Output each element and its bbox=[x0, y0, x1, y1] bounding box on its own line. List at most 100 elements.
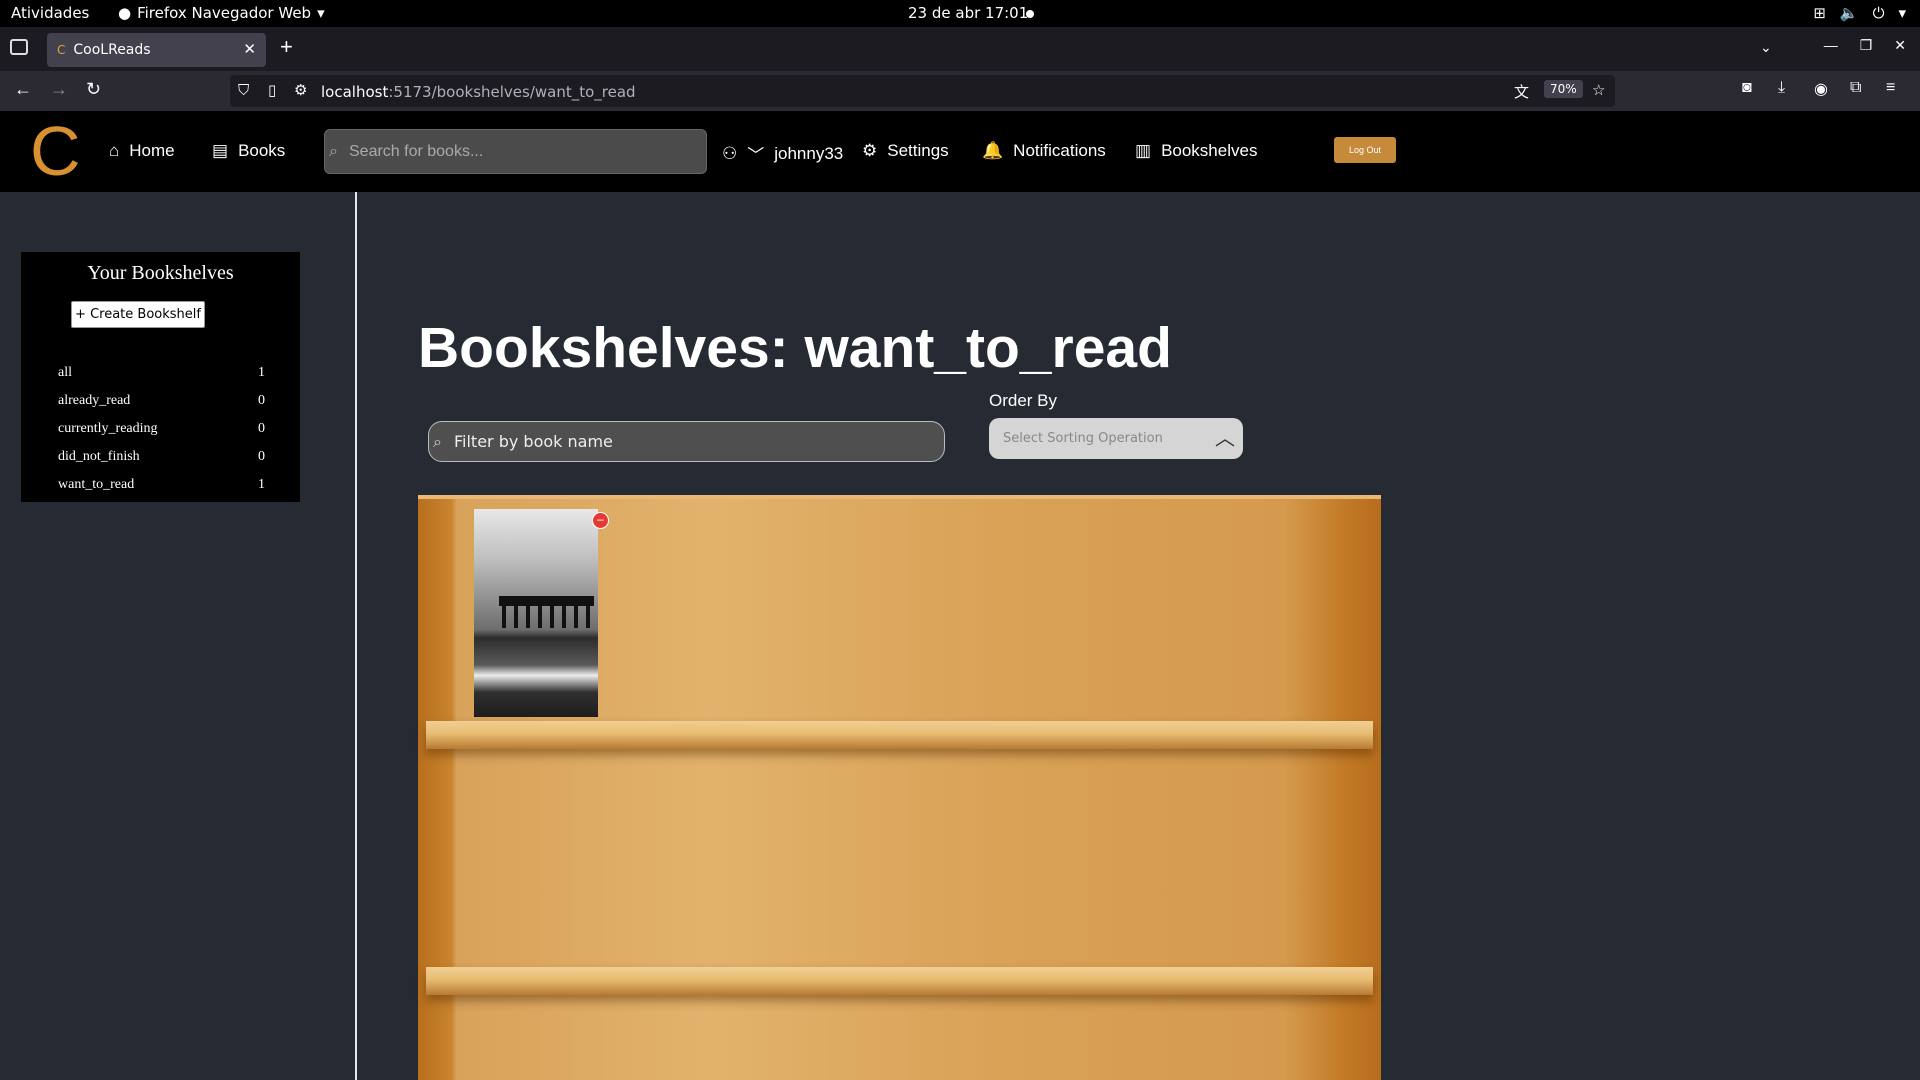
bookmark-star-icon[interactable]: ☆ bbox=[1592, 81, 1605, 99]
bookshelf-name: did_not_finish bbox=[58, 449, 140, 464]
nav-books[interactable]: ▤ Books bbox=[212, 141, 285, 161]
reload-icon[interactable]: ↻ bbox=[86, 79, 101, 100]
page-title: Bookshelves: want_to_read bbox=[418, 316, 1172, 380]
bookshelf-name: already_read bbox=[58, 393, 131, 408]
search-icon: ⌕ bbox=[329, 143, 338, 160]
shield-icon[interactable]: ⛉ bbox=[238, 81, 249, 99]
bookshelves-icon: ▥ bbox=[1135, 141, 1152, 160]
firefox-icon: ● bbox=[118, 4, 132, 22]
window-controls: — ❐ ✕ bbox=[1824, 37, 1906, 54]
app-header: C ⌂ Home ▤ Books ⌕ Search for books... ⚇… bbox=[0, 111, 1920, 192]
sidebar-divider bbox=[355, 192, 357, 1080]
tab-list-icon[interactable]: ⌄ bbox=[1760, 39, 1772, 56]
extensions-icon[interactable]: ⧉ bbox=[1850, 79, 1861, 97]
bookshelf-item[interactable]: all 1 bbox=[58, 365, 278, 393]
close-window-icon[interactable]: ✕ bbox=[1894, 37, 1906, 54]
nav-home[interactable]: ⌂ Home bbox=[109, 141, 175, 161]
downloads-icon[interactable]: ⤓ bbox=[1778, 79, 1785, 97]
bookshelf-list: all 1 already_read 0 currently_reading 0 di… bbox=[58, 365, 278, 505]
page-icon[interactable]: ▯ bbox=[268, 81, 276, 99]
power-icon: ⏻ bbox=[1872, 4, 1885, 22]
activities-button[interactable]: Atividades bbox=[11, 4, 89, 22]
account-icon[interactable]: ◉ bbox=[1814, 79, 1828, 99]
minimize-icon[interactable]: — bbox=[1824, 37, 1838, 54]
chevron-down-icon: ▾ bbox=[317, 4, 325, 22]
nav-home-label: Home bbox=[129, 141, 175, 160]
menu-icon[interactable]: ≡ bbox=[1886, 79, 1895, 97]
shelf-plank bbox=[426, 721, 1373, 749]
clock[interactable]: 23 de abr 17:01 bbox=[908, 4, 1028, 22]
system-tray[interactable]: ⊞ 🔈 ⏻ ▾ bbox=[1813, 4, 1906, 22]
notification-dot bbox=[1026, 10, 1034, 18]
bookshelf-count: 1 bbox=[258, 365, 265, 380]
username: johnny33 bbox=[774, 143, 844, 163]
user-menu[interactable]: ⚇ ﹀ johnny33 bbox=[722, 141, 843, 166]
bookshelf-count: 0 bbox=[258, 449, 265, 464]
bookshelf-count: 0 bbox=[258, 421, 265, 436]
browser-nav-bar: ← → ↻ ⛉ ▯ ⚙ localhost:5173/bookshelves/w… bbox=[0, 71, 1920, 111]
book-search-input[interactable]: ⌕ Search for books... bbox=[324, 129, 707, 174]
app-logo[interactable]: C bbox=[30, 113, 81, 189]
favicon-icon: C bbox=[57, 43, 66, 57]
bookshelf-count: 1 bbox=[258, 477, 265, 492]
url-bar[interactable]: ⛉ ▯ ⚙ localhost:5173/bookshelves/want_to… bbox=[230, 75, 1615, 107]
browser-tab-bar: C CooLReads ✕ + ⌄ — ❐ ✕ bbox=[0, 27, 1920, 71]
bookshelf-name: all bbox=[58, 365, 72, 380]
bookshelf-item[interactable]: currently_reading 0 bbox=[58, 421, 278, 449]
gear-icon: ⚙ bbox=[862, 141, 878, 160]
nav-notifications[interactable]: 🔔 Notifications bbox=[982, 141, 1106, 161]
sort-select[interactable]: Select Sorting Operation ︿ bbox=[989, 418, 1243, 459]
url-path: :5173/bookshelves/want_to_read bbox=[388, 83, 636, 101]
cover-pier-posts bbox=[502, 606, 592, 628]
new-tab-icon[interactable]: + bbox=[280, 36, 293, 58]
nav-bookshelves-label: Bookshelves bbox=[1161, 141, 1258, 160]
tab-title: CooLReads bbox=[73, 42, 151, 58]
zoom-level[interactable]: 70% bbox=[1544, 80, 1583, 98]
app-name: Firefox Navegador Web bbox=[137, 4, 312, 22]
bell-icon: 🔔 bbox=[982, 141, 1004, 160]
remove-book-icon[interactable]: – bbox=[592, 512, 609, 529]
panel-title: Your Bookshelves bbox=[87, 262, 234, 284]
app-menu[interactable]: ● Firefox Navegador Web ▾ bbox=[118, 4, 325, 22]
chevron-up-icon: ︿ bbox=[1215, 426, 1235, 450]
cover-pier-roof bbox=[499, 596, 594, 606]
nav-settings-label: Settings bbox=[887, 141, 949, 160]
url-host: localhost bbox=[321, 83, 389, 101]
bookshelf-item[interactable]: did_not_finish 0 bbox=[58, 449, 278, 477]
translate-icon[interactable]: 文 bbox=[1514, 81, 1529, 102]
logout-button[interactable]: Log Out bbox=[1334, 137, 1396, 163]
os-top-bar: Atividades ● Firefox Navegador Web ▾ 23 … bbox=[0, 0, 1920, 27]
nav-books-label: Books bbox=[238, 141, 286, 160]
forward-icon[interactable]: → bbox=[50, 79, 68, 100]
filter-input[interactable]: ⌕ Filter by book name bbox=[428, 421, 945, 462]
create-bookshelf-button[interactable]: + Create Bookshelf bbox=[71, 301, 205, 328]
home-icon: ⌂ bbox=[109, 141, 120, 160]
nav-settings[interactable]: ⚙ Settings bbox=[862, 141, 949, 161]
chevron-down-icon: ▾ bbox=[1898, 4, 1906, 22]
bookshelf-item[interactable]: want_to_read 1 bbox=[58, 477, 278, 505]
url-text[interactable]: localhost:5173/bookshelves/want_to_read bbox=[321, 83, 636, 101]
bookshelf-name: currently_reading bbox=[58, 421, 158, 436]
bookshelves-panel: Your Bookshelves + Create Bookshelf all 1… bbox=[21, 252, 300, 502]
permissions-icon[interactable]: ⚙ bbox=[294, 81, 307, 99]
nav-bookshelves[interactable]: ▥ Bookshelves bbox=[1135, 141, 1257, 161]
close-tab-icon[interactable]: ✕ bbox=[243, 40, 256, 58]
chevron-down-icon: ﹀ bbox=[747, 146, 765, 165]
bookshelf-name: want_to_read bbox=[58, 477, 135, 492]
search-icon: ⌕ bbox=[433, 432, 442, 451]
restore-icon[interactable]: ❐ bbox=[1860, 37, 1873, 54]
user-icon: ⚇ bbox=[722, 143, 738, 163]
book-cover[interactable] bbox=[474, 509, 598, 717]
nav-notifications-label: Notifications bbox=[1013, 141, 1106, 160]
tab-overview-icon[interactable] bbox=[10, 39, 28, 55]
search-placeholder: Search for books... bbox=[349, 143, 484, 160]
order-by-label: Order By bbox=[989, 391, 1058, 410]
bookshelf-count: 0 bbox=[258, 393, 265, 408]
network-icon: ⊞ bbox=[1813, 4, 1826, 22]
bookshelf-item[interactable]: already_read 0 bbox=[58, 393, 278, 421]
browser-tab[interactable]: C CooLReads ✕ bbox=[47, 33, 266, 67]
pocket-icon[interactable]: ◙ bbox=[1742, 79, 1752, 97]
back-icon[interactable]: ← bbox=[14, 79, 32, 100]
shelf-plank bbox=[426, 967, 1373, 995]
filter-placeholder: Filter by book name bbox=[454, 432, 613, 451]
